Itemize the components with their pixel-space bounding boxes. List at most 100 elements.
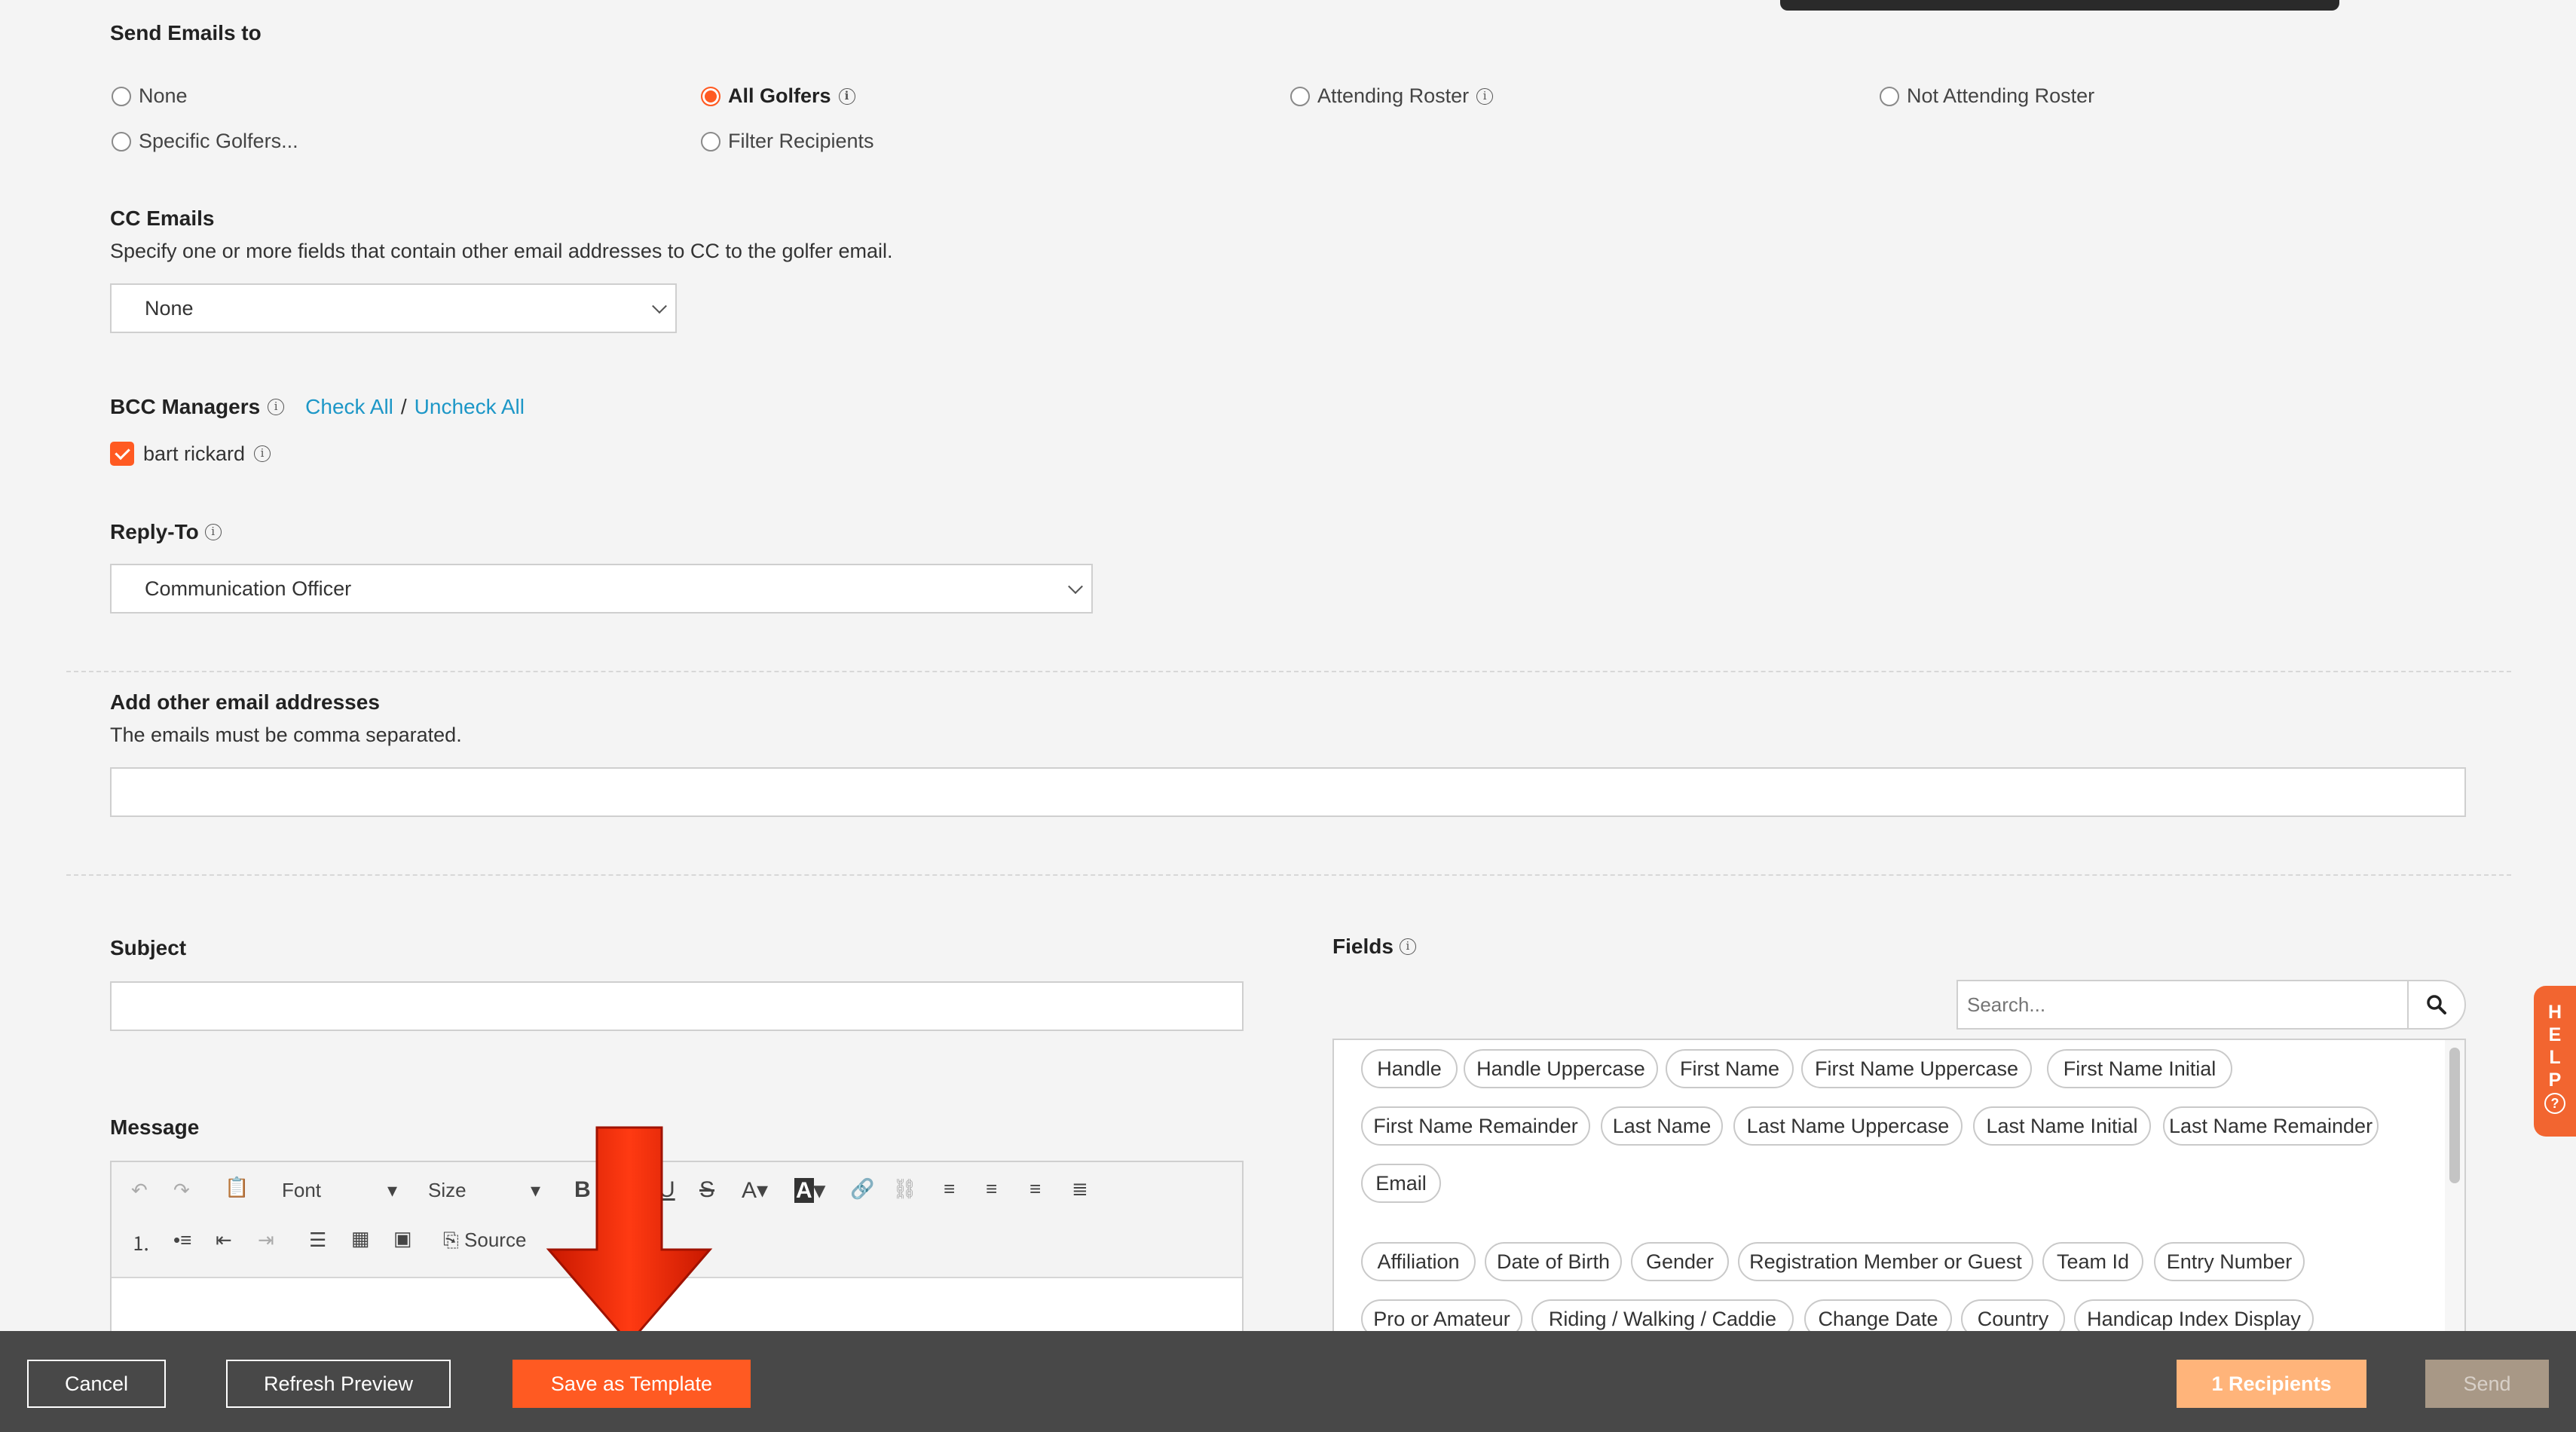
field-chip[interactable]: First Name Initial bbox=[2047, 1049, 2232, 1088]
radio-filter-recipients[interactable]: Filter Recipients bbox=[701, 130, 874, 153]
undo-icon[interactable]: ↶ bbox=[131, 1179, 148, 1202]
radio-specific-golfers[interactable]: Specific Golfers... bbox=[112, 130, 298, 153]
fields-search-input[interactable] bbox=[1958, 992, 2406, 1017]
field-chip[interactable]: Registration Member or Guest bbox=[1738, 1242, 2033, 1281]
bcc-manager-item[interactable]: bart rickard i bbox=[110, 442, 271, 466]
field-chip[interactable]: Affiliation bbox=[1361, 1242, 1476, 1281]
radio-label: Specific Golfers... bbox=[139, 130, 298, 152]
radio-label: Filter Recipients bbox=[728, 130, 874, 152]
help-letter: E bbox=[2548, 1024, 2562, 1045]
other-emails-input[interactable] bbox=[110, 767, 2466, 817]
other-emails-heading: Add other email addresses bbox=[110, 690, 380, 714]
radio-attending-roster[interactable]: Attending Roster i bbox=[1290, 84, 1494, 108]
send-button[interactable]: Send bbox=[2425, 1360, 2549, 1408]
uncheck-all-link[interactable]: Uncheck All bbox=[415, 395, 525, 419]
save-as-template-button[interactable]: Save as Template bbox=[512, 1360, 751, 1408]
field-chip[interactable]: Team Id bbox=[2042, 1242, 2143, 1281]
radio-circle[interactable] bbox=[112, 131, 131, 151]
checkbox-checked[interactable] bbox=[110, 442, 134, 466]
fields-heading: Fields bbox=[1332, 935, 1394, 958]
table-icon[interactable]: ▦ bbox=[351, 1227, 370, 1250]
help-letter: H bbox=[2547, 1002, 2562, 1023]
info-icon[interactable]: i bbox=[838, 87, 855, 105]
bullet-list-icon[interactable]: •≡ bbox=[173, 1229, 191, 1252]
unlink-icon[interactable]: ⛓ bbox=[892, 1177, 917, 1201]
fields-scrollbar-thumb[interactable] bbox=[2449, 1048, 2460, 1183]
info-icon[interactable]: i bbox=[254, 445, 271, 462]
refresh-preview-button[interactable]: Refresh Preview bbox=[226, 1360, 451, 1408]
indent-icon[interactable]: ⇥ bbox=[258, 1229, 274, 1252]
field-chip[interactable]: First Name bbox=[1666, 1049, 1794, 1088]
chevron-down-icon bbox=[652, 298, 667, 314]
info-icon[interactable]: i bbox=[268, 399, 285, 415]
numbered-list-icon[interactable]: ⒈ bbox=[131, 1229, 151, 1256]
radio-label: Not Attending Roster bbox=[1907, 84, 2095, 107]
top-popup-edge bbox=[1780, 0, 2339, 11]
fields-search bbox=[1956, 980, 2466, 1030]
paste-icon[interactable]: 📋 bbox=[225, 1176, 249, 1199]
bcc-header: BCC Managers i Check All / Uncheck All bbox=[110, 395, 525, 419]
reply-to-select[interactable]: Communication Officer bbox=[110, 564, 1093, 613]
image-icon[interactable]: ▣ bbox=[393, 1227, 412, 1250]
subject-heading: Subject bbox=[110, 936, 187, 959]
info-icon[interactable]: i bbox=[1399, 938, 1416, 955]
field-chip[interactable]: Last Name bbox=[1601, 1106, 1723, 1146]
subject-input[interactable] bbox=[110, 981, 1244, 1031]
align-right-icon[interactable]: ≡ bbox=[1029, 1177, 1041, 1201]
redo-icon[interactable]: ↷ bbox=[173, 1179, 190, 1202]
search-icon[interactable] bbox=[2407, 980, 2464, 1030]
radio-circle[interactable] bbox=[701, 131, 720, 151]
radio-circle[interactable] bbox=[1290, 86, 1310, 106]
radio-circle[interactable] bbox=[112, 86, 131, 106]
field-chip[interactable]: Last Name Remainder bbox=[2163, 1106, 2379, 1146]
source-label: Source bbox=[464, 1229, 527, 1251]
field-chip[interactable]: First Name Uppercase bbox=[1801, 1049, 2032, 1088]
text-color-button[interactable]: A▾ bbox=[742, 1177, 768, 1204]
info-icon[interactable]: i bbox=[1476, 87, 1494, 105]
send-emails-heading: Send Emails to bbox=[110, 21, 262, 44]
align-left-icon[interactable]: ≡ bbox=[944, 1177, 955, 1201]
radio-circle[interactable] bbox=[1880, 86, 1899, 106]
field-chip[interactable]: Handle Uppercase bbox=[1464, 1049, 1658, 1088]
size-label: Size bbox=[428, 1179, 467, 1201]
check-all-link[interactable]: Check All bbox=[305, 395, 393, 419]
field-chip[interactable]: Last Name Initial bbox=[1973, 1106, 2151, 1146]
info-icon[interactable]: i bbox=[204, 524, 222, 540]
reply-to-header: Reply-To i bbox=[110, 520, 222, 544]
cc-select[interactable]: None bbox=[110, 283, 677, 333]
font-label: Font bbox=[282, 1179, 322, 1201]
bg-color-icon: A bbox=[794, 1178, 814, 1203]
field-chip[interactable]: Email bbox=[1361, 1164, 1441, 1203]
field-chip[interactable]: Last Name Uppercase bbox=[1733, 1106, 1963, 1146]
field-chip[interactable]: Entry Number bbox=[2154, 1242, 2305, 1281]
align-center-icon[interactable]: ≡ bbox=[986, 1177, 997, 1201]
help-tab[interactable]: H E L P ? bbox=[2534, 986, 2576, 1137]
field-chip[interactable]: First Name Remainder bbox=[1361, 1106, 1590, 1146]
text-color-icon: A bbox=[742, 1178, 757, 1203]
horizontal-rule-icon[interactable]: ☰ bbox=[309, 1229, 326, 1252]
field-chip[interactable]: Gender bbox=[1631, 1242, 1729, 1281]
reply-to-heading: Reply-To bbox=[110, 520, 199, 543]
radio-none[interactable]: None bbox=[112, 84, 188, 108]
outdent-icon[interactable]: ⇤ bbox=[216, 1229, 232, 1252]
footer-bar: Cancel Refresh Preview Save as Template … bbox=[0, 1331, 2576, 1432]
size-dropdown[interactable]: Size ▾ bbox=[428, 1179, 540, 1202]
help-question-icon: ? bbox=[2544, 1093, 2565, 1114]
radio-not-attending-roster[interactable]: Not Attending Roster bbox=[1880, 84, 2094, 108]
field-chip[interactable]: Date of Birth bbox=[1485, 1242, 1622, 1281]
radio-all-golfers[interactable]: All Golfers i bbox=[701, 84, 855, 108]
source-button[interactable]: ⎘ Source bbox=[443, 1229, 526, 1253]
chevron-down-icon bbox=[1068, 579, 1083, 595]
link-icon[interactable]: 🔗 bbox=[850, 1177, 874, 1201]
align-justify-icon[interactable]: ≣ bbox=[1072, 1177, 1088, 1201]
bg-color-button[interactable]: A▾ bbox=[794, 1177, 825, 1204]
field-chip[interactable]: Handle bbox=[1361, 1049, 1458, 1088]
font-dropdown[interactable]: Font ▾ bbox=[282, 1179, 397, 1202]
section-divider bbox=[66, 671, 2511, 672]
radio-circle-selected[interactable] bbox=[701, 86, 720, 106]
other-emails-description: The emails must be comma separated. bbox=[110, 724, 462, 746]
recipients-button[interactable]: 1 Recipients bbox=[2177, 1360, 2366, 1408]
source-icon: ⎘ bbox=[443, 1229, 459, 1251]
cancel-button[interactable]: Cancel bbox=[27, 1360, 166, 1408]
radio-label: All Golfers bbox=[728, 84, 831, 107]
